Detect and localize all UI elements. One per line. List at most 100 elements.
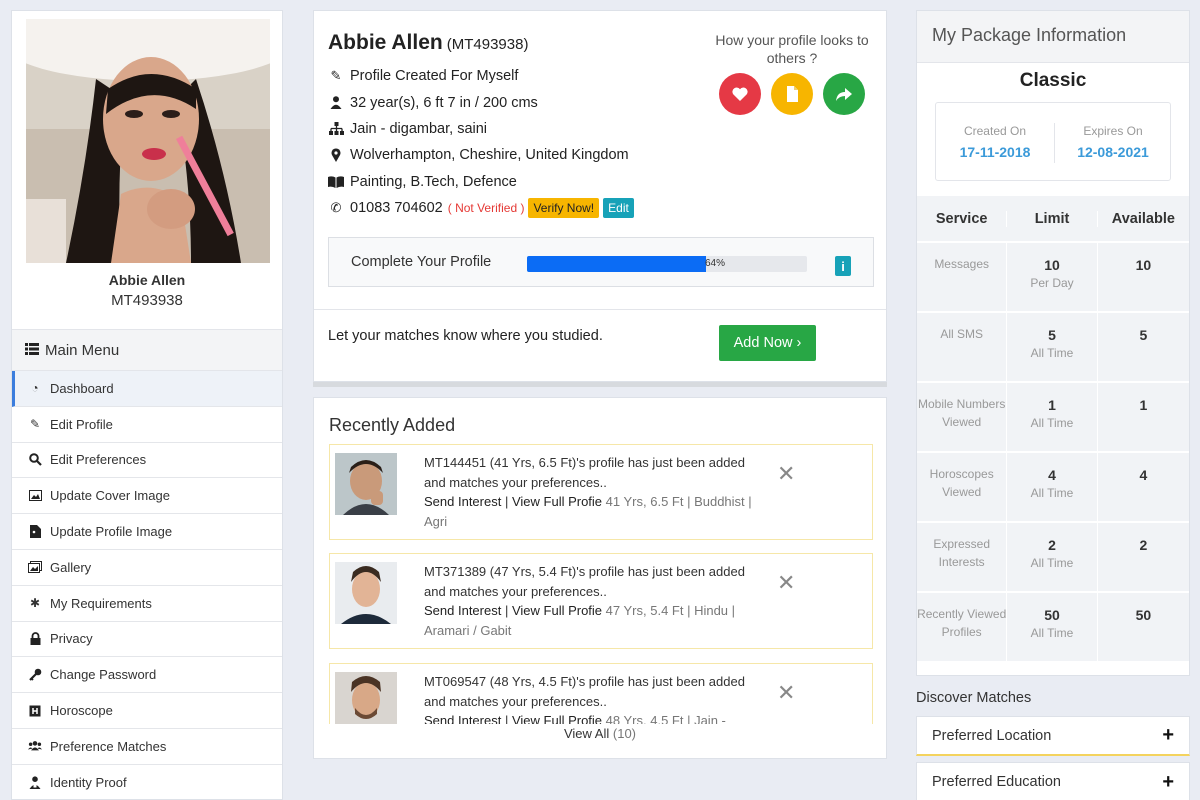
profile-completion-box: Complete Your Profile 64% i — [328, 237, 874, 287]
limit-period: All Time — [1030, 556, 1074, 570]
limit-value: 1 — [1048, 397, 1056, 413]
recently-added-title: Recently Added — [329, 415, 456, 435]
gallery-icon — [28, 560, 42, 574]
sidebar-item-edit-preferences[interactable]: Edit Preferences — [12, 443, 282, 479]
dashboard-icon: ◔ — [31, 381, 39, 396]
fact-interests: Painting, B.Tech, Defence — [328, 169, 634, 195]
fact-phone: ✆ 01083 704602 ( Not Verified ) Verify Now!… — [328, 195, 634, 221]
sidebar-item-change-password[interactable]: Change Password — [12, 657, 282, 694]
document-button[interactable] — [771, 73, 813, 115]
send-interest-link[interactable]: Send Interest — [424, 713, 501, 724]
fact-text: Painting, B.Tech, Defence — [350, 173, 517, 190]
profile-summary-card: Abbie Allen (MT493938) ✎ Profile Created F… — [313, 10, 887, 382]
send-interest-link[interactable]: Send Interest — [424, 603, 501, 618]
member-photo[interactable] — [335, 672, 397, 724]
close-icon[interactable]: ✕ — [777, 461, 795, 487]
limit-value: 10 — [1044, 257, 1060, 273]
table-row: Horoscopes Viewed 4 All Time 4 — [917, 453, 1189, 523]
sidebar-item-update-profile-image[interactable]: Update Profile Image — [12, 514, 282, 550]
sidebar-item-label: My Requirements — [50, 595, 152, 611]
fact-created-for: ✎ Profile Created For Myself — [328, 63, 634, 89]
available-cell: 4 — [1098, 453, 1189, 521]
available-value: 10 — [1135, 257, 1152, 273]
verify-now-button[interactable]: Verify Now! — [528, 198, 600, 219]
sidebar-item-dashboard[interactable]: ◔ Dashboard — [12, 371, 282, 407]
progress-fill — [527, 256, 707, 272]
recent-item-text: MT144451 (41 Yrs, 6.5 Ft)'s profile has … — [424, 453, 754, 531]
preferred-location-accordion[interactable]: Preferred Location + — [916, 716, 1190, 756]
limit-cell: 1 All Time — [1006, 383, 1098, 451]
sidebar-item-horoscope[interactable]: Horoscope — [12, 693, 282, 729]
send-interest-link[interactable]: Send Interest — [424, 494, 501, 509]
close-icon[interactable]: ✕ — [777, 570, 795, 596]
recently-added-panel: Recently Added MT144451 (41 Yrs, 6.5 Ft)… — [313, 397, 887, 759]
recently-added-list[interactable]: MT144451 (41 Yrs, 6.5 Ft)'s profile has … — [329, 444, 875, 724]
member-photo[interactable] — [335, 562, 397, 624]
package-plan: Classic — [1019, 70, 1087, 91]
edit-phone-button[interactable]: Edit — [603, 198, 634, 219]
plus-icon[interactable]: + — [1162, 724, 1174, 747]
view-full-profile-link[interactable]: View Full Profie — [512, 713, 602, 724]
available-cell: 10 — [1098, 243, 1189, 311]
share-button[interactable] — [823, 73, 865, 115]
available-value: 50 — [1135, 607, 1152, 623]
key-icon — [28, 668, 42, 682]
package-dates: Created On 17-11-2018 Expires On 12-08-2… — [935, 102, 1171, 181]
sidebar-item-update-cover-image[interactable]: Update Cover Image — [12, 478, 282, 515]
service-name: Recently Viewed Profiles — [917, 607, 1007, 639]
main-menu-title: Main Menu — [45, 341, 120, 359]
available-value: 4 — [1139, 467, 1148, 483]
recent-item-text: MT069547 (48 Yrs, 4.5 Ft)'s profile has … — [424, 672, 754, 724]
available-cell: 5 — [1098, 313, 1189, 381]
card-bottom-strip — [313, 382, 887, 387]
limit-value: 5 — [1048, 327, 1056, 343]
info-button[interactable]: i — [835, 256, 851, 276]
share-icon — [836, 88, 852, 101]
discover-matches-title: Discover Matches — [916, 690, 1032, 706]
package-info-panel: My Package Information Classic Created O… — [916, 10, 1190, 676]
table-header: Service Limit Available — [917, 196, 1189, 243]
sidebar-item-label: Identity Proof — [50, 774, 127, 790]
view-all-link[interactable]: View All (10) — [314, 726, 886, 741]
limit-value: 2 — [1048, 537, 1056, 553]
preferred-education-accordion[interactable]: Preferred Education + — [916, 762, 1190, 800]
service-name: Mobile Numbers Viewed — [917, 397, 1006, 429]
add-now-button[interactable]: Add Now › — [719, 325, 816, 361]
main-menu-header: Main Menu — [12, 329, 282, 371]
column-header: Service — [935, 210, 988, 227]
heart-button[interactable] — [719, 73, 761, 115]
profile-sidebar: Abbie Allen MT493938 Main Menu ◔ Dashboar… — [11, 10, 283, 800]
sidebar-item-label: Update Profile Image — [50, 524, 173, 540]
view-full-profile-link[interactable]: View Full Profie — [512, 603, 602, 618]
profile-photo[interactable] — [26, 19, 270, 263]
progress-percent: 64% — [705, 258, 726, 269]
service-name: Expressed Interests — [933, 537, 991, 569]
document-icon — [787, 86, 798, 102]
fact-location: Wolverhampton, Cheshire, United Kingdom — [328, 142, 634, 168]
limit-cell: 2 All Time — [1006, 523, 1098, 591]
list-icon — [25, 342, 39, 359]
separator: | — [504, 494, 509, 509]
sidebar-item-gallery[interactable]: Gallery — [12, 550, 282, 586]
close-icon[interactable]: ✕ — [777, 680, 795, 706]
view-all-label[interactable]: View All — [564, 726, 609, 741]
created-on-value: 17-11-2018 — [959, 144, 1031, 160]
sidebar-item-preference-matches[interactable]: Preference Matches — [12, 729, 282, 765]
limit-period: Per Day — [1030, 276, 1074, 290]
column-header: Available — [1111, 210, 1175, 227]
sidebar-item-privacy[interactable]: Privacy — [12, 622, 282, 658]
edit-icon: ✎ — [29, 417, 41, 432]
not-verified-label: ( Not Verified ) — [447, 201, 525, 216]
created-on-label: Created On — [963, 124, 1027, 138]
recent-item-headline: MT144451 (41 Yrs, 6.5 Ft)'s profile has … — [424, 455, 745, 490]
profile-heading-name: Abbie Allen — [328, 31, 443, 54]
column-header: Limit — [1006, 210, 1098, 227]
sidebar-item-edit-profile[interactable]: ✎ Edit Profile — [12, 407, 282, 443]
view-full-profile-link[interactable]: View Full Profie — [512, 494, 602, 509]
plus-icon[interactable]: + — [1162, 771, 1174, 794]
file-image-icon — [28, 525, 42, 539]
member-photo[interactable] — [335, 453, 397, 515]
sidebar-item-my-requirements[interactable]: ✱ My Requirements — [12, 586, 282, 622]
sidebar-item-identity-proof[interactable]: Identity Proof — [12, 765, 282, 800]
sidebar-item-label: Horoscope — [50, 703, 113, 719]
